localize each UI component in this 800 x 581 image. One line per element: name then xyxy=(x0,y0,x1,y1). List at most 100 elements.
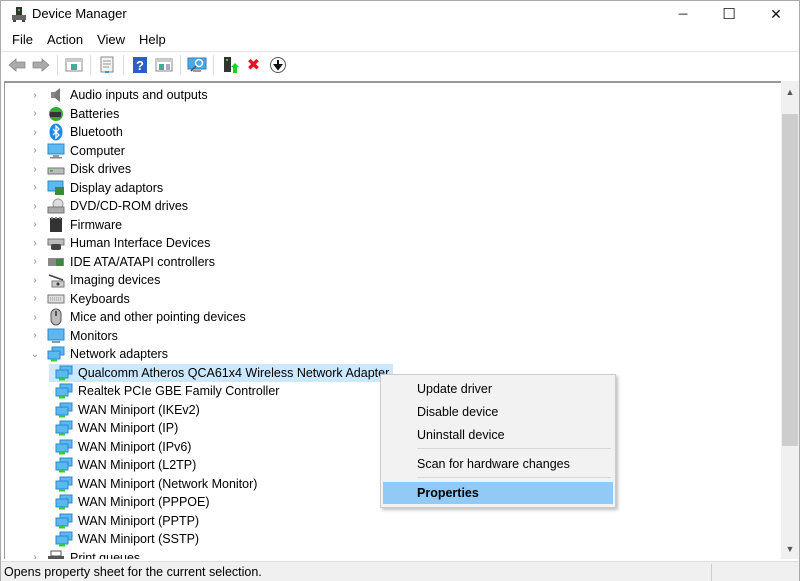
scroll-down-button[interactable]: ▼ xyxy=(781,540,799,557)
tree-category[interactable]: › Mice and other pointing devices xyxy=(29,308,250,327)
properties-button[interactable] xyxy=(95,54,118,76)
tree-item-content[interactable]: WAN Miniport (L2TP) xyxy=(49,456,200,474)
chevron-right-icon[interactable]: › xyxy=(29,238,41,249)
help-button[interactable]: ? xyxy=(128,54,151,76)
chevron-right-icon[interactable]: › xyxy=(29,330,41,341)
tree-item-content[interactable]: WAN Miniport (SSTP) xyxy=(49,530,203,548)
tree-item-content[interactable]: WAN Miniport (Network Monitor) xyxy=(49,475,261,493)
tree-category[interactable]: › Monitors xyxy=(29,327,122,346)
tree-device-item[interactable]: WAN Miniport (L2TP) xyxy=(49,456,200,475)
forward-button[interactable] xyxy=(29,54,52,76)
menu-action[interactable]: Action xyxy=(40,30,90,50)
tree-category[interactable]: ⌄ Network adapters xyxy=(29,345,172,364)
minimize-button[interactable]: ─ xyxy=(660,1,706,27)
update-driver-button[interactable] xyxy=(218,54,241,76)
vertical-scrollbar[interactable]: ▲ ▼ xyxy=(781,81,799,559)
chevron-right-icon[interactable]: › xyxy=(29,182,41,193)
chevron-right-icon[interactable]: › xyxy=(29,108,41,119)
tree-item-content[interactable]: Qualcomm Atheros QCA61x4 Wireless Networ… xyxy=(49,363,394,382)
tree-device-item[interactable]: Qualcomm Atheros QCA61x4 Wireless Networ… xyxy=(49,363,394,383)
chevron-right-icon[interactable]: › xyxy=(29,219,41,230)
tree-item-content[interactable]: Monitors xyxy=(41,327,122,345)
tree-item-content[interactable]: Network adapters xyxy=(41,345,172,363)
tree-item-label: Realtek PCIe GBE Family Controller xyxy=(78,384,280,399)
tree-item-content[interactable]: Imaging devices xyxy=(41,271,164,289)
chevron-right-icon[interactable]: › xyxy=(29,90,41,101)
tree-item-content[interactable]: Batteries xyxy=(41,105,123,123)
chevron-right-icon[interactable]: › xyxy=(29,127,41,138)
uninstall-device-button[interactable]: ✖ xyxy=(242,54,265,76)
tree-item-content[interactable]: Realtek PCIe GBE Family Controller xyxy=(49,382,283,400)
tree-category[interactable]: › Disk drives xyxy=(29,160,135,179)
chevron-right-icon[interactable]: › xyxy=(29,275,41,286)
chevron-right-icon[interactable]: › xyxy=(29,312,41,323)
tree-device-item[interactable]: WAN Miniport (Network Monitor) xyxy=(49,475,261,494)
menu-item-disable-device[interactable]: Disable device xyxy=(383,401,613,423)
chevron-right-icon[interactable]: › xyxy=(29,552,41,559)
menu-view[interactable]: View xyxy=(90,30,132,50)
tree-category[interactable]: › Imaging devices xyxy=(29,271,164,290)
tree-category[interactable]: › Bluetooth xyxy=(29,123,127,142)
show-action-pane-button[interactable] xyxy=(152,54,175,76)
tree-item-content[interactable]: Print queues xyxy=(41,549,144,559)
tree-item-content[interactable]: WAN Miniport (PPTP) xyxy=(49,512,203,530)
maximize-button[interactable]: ☐ xyxy=(706,1,752,27)
tree-category[interactable]: › Keyboards xyxy=(29,290,134,309)
tree-category[interactable]: › Print queues xyxy=(29,549,144,559)
network-adapter-icon xyxy=(55,457,73,473)
tree-item-content[interactable]: IDE ATA/ATAPI controllers xyxy=(41,253,219,271)
tree-item-content[interactable]: Disk drives xyxy=(41,160,135,178)
tree-category[interactable]: › IDE ATA/ATAPI controllers xyxy=(29,253,219,272)
display-adapter-icon xyxy=(47,180,65,196)
menu-item-scan-hardware[interactable]: Scan for hardware changes xyxy=(383,453,613,475)
tree-item-content[interactable]: Keyboards xyxy=(41,290,134,308)
chevron-right-icon[interactable]: › xyxy=(29,256,41,267)
menu-item-update-driver[interactable]: Update driver xyxy=(383,378,613,400)
chevron-right-icon[interactable]: › xyxy=(29,293,41,304)
tree-device-item[interactable]: WAN Miniport (PPPOE) xyxy=(49,493,214,512)
show-hide-console-tree-button[interactable] xyxy=(62,54,85,76)
tree-item-content[interactable]: Display adaptors xyxy=(41,179,167,197)
tree-device-item[interactable]: WAN Miniport (IPv6) xyxy=(49,438,195,457)
tree-device-item[interactable]: WAN Miniport (IP) xyxy=(49,419,182,438)
chevron-right-icon[interactable]: › xyxy=(29,145,41,156)
tree-category[interactable]: › DVD/CD-ROM drives xyxy=(29,197,192,216)
close-button[interactable]: ✕ xyxy=(753,1,799,27)
tree-item-content[interactable]: DVD/CD-ROM drives xyxy=(41,197,192,215)
tree-item-content[interactable]: Mice and other pointing devices xyxy=(41,308,250,326)
tree-item-content[interactable]: Computer xyxy=(41,142,129,160)
tree-item-content[interactable]: Audio inputs and outputs xyxy=(41,86,212,104)
show-hide-console-tree-icon xyxy=(65,58,82,72)
tree-item-content[interactable]: Human Interface Devices xyxy=(41,234,214,252)
tree-item-content[interactable]: WAN Miniport (IPv6) xyxy=(49,438,195,456)
tree-device-item[interactable]: WAN Miniport (SSTP) xyxy=(49,530,203,549)
menu-item-uninstall-device[interactable]: Uninstall device xyxy=(383,424,613,446)
title-bar[interactable]: Device Manager ─ ☐ ✕ xyxy=(1,1,799,27)
tree-item-content[interactable]: WAN Miniport (IP) xyxy=(49,419,182,437)
tree-category[interactable]: › Display adaptors xyxy=(29,179,167,198)
back-button[interactable] xyxy=(5,54,28,76)
tree-device-item[interactable]: WAN Miniport (IKEv2) xyxy=(49,401,204,420)
tree-category[interactable]: › Computer xyxy=(29,142,129,161)
chevron-down-icon[interactable]: ⌄ xyxy=(29,349,41,360)
tree-item-content[interactable]: Bluetooth xyxy=(41,123,127,141)
tree-item-content[interactable]: WAN Miniport (IKEv2) xyxy=(49,401,204,419)
menu-file[interactable]: File xyxy=(5,30,40,50)
tree-category[interactable]: › Batteries xyxy=(29,105,123,124)
toolbar-separator xyxy=(90,55,91,75)
tree-item-content[interactable]: Firmware xyxy=(41,216,126,234)
tree-category[interactable]: › Firmware xyxy=(29,216,126,235)
tree-device-item[interactable]: Realtek PCIe GBE Family Controller xyxy=(49,382,283,401)
tree-category[interactable]: › Audio inputs and outputs xyxy=(29,86,212,105)
chevron-right-icon[interactable]: › xyxy=(29,164,41,175)
disable-device-button[interactable] xyxy=(266,54,289,76)
scroll-up-button[interactable]: ▲ xyxy=(781,83,799,100)
tree-item-content[interactable]: WAN Miniport (PPPOE) xyxy=(49,493,214,511)
menu-item-properties[interactable]: Properties xyxy=(383,482,613,504)
scroll-thumb[interactable] xyxy=(782,114,798,446)
menu-help[interactable]: Help xyxy=(132,30,173,50)
tree-device-item[interactable]: WAN Miniport (PPTP) xyxy=(49,512,203,531)
scan-hardware-button[interactable] xyxy=(185,54,208,76)
tree-category[interactable]: › Human Interface Devices xyxy=(29,234,214,253)
chevron-right-icon[interactable]: › xyxy=(29,201,41,212)
